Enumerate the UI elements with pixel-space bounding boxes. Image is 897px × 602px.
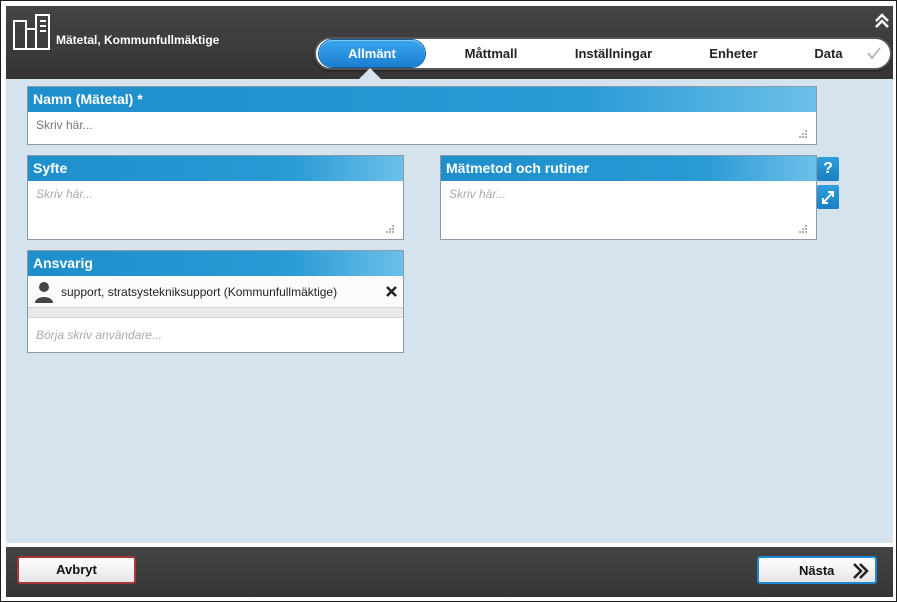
name-input[interactable]: Skriv här...: [28, 112, 816, 144]
user-search-input[interactable]: Börja skriv användare...: [28, 318, 403, 352]
method-panel: Mätmetod och rutiner Skriv här...: [440, 155, 817, 240]
expand-button[interactable]: [817, 185, 839, 209]
next-button-label: Nästa: [799, 563, 835, 578]
name-panel: Namn (Mätetal) * Skriv här...: [27, 86, 817, 145]
separator: [28, 308, 403, 318]
resize-grip-icon[interactable]: [383, 224, 395, 234]
name-label: Namn (Mätetal) *: [28, 87, 816, 112]
footer-bar: Avbryt Nästa: [6, 547, 893, 597]
purpose-label: Syfte: [28, 156, 403, 181]
selected-user-row: support, stratsystekniksupport (Kommunfu…: [28, 276, 403, 308]
active-tab-pointer: [359, 68, 381, 79]
resize-grip-icon[interactable]: [796, 224, 808, 234]
tab-data[interactable]: Data: [796, 40, 861, 67]
user-avatar-icon: [35, 282, 53, 303]
header-bar: Mätetal, Kommunfullmäktige Allmänt Måttm…: [6, 6, 893, 79]
purpose-panel: Syfte Skriv här...: [27, 155, 404, 240]
tab-allmant[interactable]: Allmänt: [319, 40, 425, 67]
selected-user-name: support, stratsystekniksupport (Kommunfu…: [61, 285, 338, 299]
cancel-button[interactable]: Avbryt: [17, 556, 136, 584]
responsible-label: Ansvarig: [28, 251, 403, 276]
method-label: Mätmetod och rutiner: [441, 156, 816, 181]
tab-bar: Allmänt Måttmall Inställningar Enheter D…: [314, 37, 892, 70]
tab-enheter[interactable]: Enheter: [691, 40, 776, 67]
content-area: Namn (Mätetal) * Skriv här... Syfte Skri…: [6, 79, 893, 543]
dialog-window: Mätetal, Kommunfullmäktige Allmänt Måttm…: [0, 0, 897, 602]
purpose-input[interactable]: Skriv här...: [28, 181, 403, 239]
next-button[interactable]: Nästa: [757, 556, 877, 584]
tab-mattmall[interactable]: Måttmall: [446, 40, 536, 67]
method-input[interactable]: Skriv här...: [441, 181, 816, 239]
resize-grip-icon[interactable]: [796, 129, 808, 139]
expand-arrows-icon: [822, 191, 834, 204]
double-chevron-right-icon: [853, 563, 869, 579]
help-label: ?: [823, 160, 833, 177]
help-button[interactable]: ?: [817, 157, 839, 181]
responsible-panel: Ansvarig support, stratsystekniksupport …: [27, 250, 404, 353]
double-chevron-up-icon[interactable]: [873, 12, 891, 30]
tab-installningar[interactable]: Inställningar: [561, 40, 666, 67]
remove-user-icon[interactable]: [386, 286, 397, 297]
window-title: Mätetal, Kommunfullmäktige: [56, 33, 220, 47]
checkmark-icon: [867, 47, 881, 60]
chart-document-icon: [13, 14, 50, 50]
